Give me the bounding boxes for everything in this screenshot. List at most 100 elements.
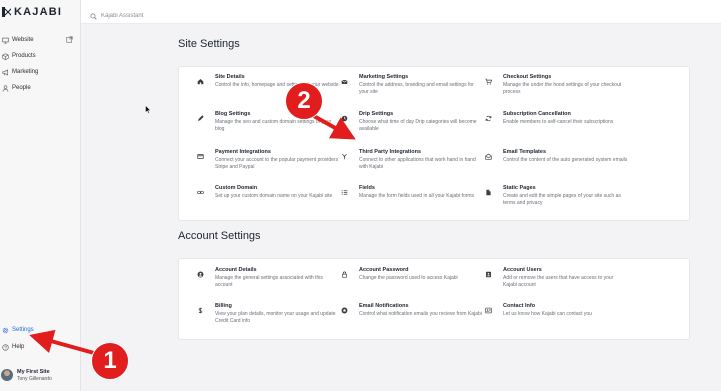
clock-icon (339, 113, 349, 123)
refresh-icon (483, 113, 493, 123)
cart-icon (483, 76, 493, 86)
main-content: Site Settings Site Details Control the in… (81, 24, 721, 391)
item-title: Account Users (503, 267, 542, 273)
item-description: Control what notification emails you rec… (359, 311, 482, 317)
monitor-icon (1, 36, 9, 44)
site-name: My First Site (17, 368, 50, 375)
item-title: Static Pages (503, 185, 536, 191)
contact-card-icon (483, 305, 493, 315)
user-circle-icon (195, 269, 205, 279)
sidebar-item-label: Help (12, 344, 25, 350)
item-title: Account Password (359, 267, 409, 273)
box-icon (1, 52, 9, 60)
sidebar-item-label: Website (12, 37, 34, 43)
item-description: Control the info, homepage and settings … (215, 82, 339, 88)
item-title: Email Notifications (359, 303, 409, 309)
brand-name: KAJABI (14, 6, 63, 18)
item-title: Blog Settings (215, 111, 251, 117)
site-settings-title: Site Settings (178, 38, 240, 50)
item-description: Connect to other applications that work … (359, 157, 476, 170)
item-title: Third Party Integrations (359, 149, 422, 155)
sidebar-item-help[interactable]: Help (0, 340, 80, 354)
fields-item[interactable]: Fields Manage the form fields used in all… (339, 185, 484, 217)
sidebar: KAJABI Website Products Marketing People… (0, 0, 81, 391)
item-description: Let us know how Kajabi can contact you (503, 311, 592, 317)
email-notifications-item[interactable]: Email Notifications Control what notifica… (339, 303, 484, 335)
search-bar[interactable] (90, 7, 261, 25)
account-settings-title: Account Settings (178, 230, 261, 242)
drip-settings-item[interactable]: Drip Settings Choose what time of day Dri… (339, 111, 484, 143)
kajabi-logo[interactable]: KAJABI (2, 5, 62, 19)
item-description: Set up your custom domain name on your K… (215, 193, 333, 199)
item-description: Manage the under the hood settings of yo… (503, 82, 622, 95)
sidebar-item-marketing[interactable]: Marketing (0, 65, 80, 79)
item-description: Control the content of the auto generate… (503, 157, 628, 163)
account-details-item[interactable]: Account Details Manage the general settin… (195, 267, 340, 299)
item-title: Billing (215, 303, 232, 309)
mail-template-icon (483, 151, 493, 161)
search-input[interactable] (101, 13, 261, 19)
sidebar-item-website[interactable]: Website (0, 33, 80, 47)
external-link-icon[interactable] (66, 36, 73, 43)
item-title: Account Details (215, 267, 257, 273)
annotation-badge-1: 1 (91, 342, 129, 380)
item-title: Payment Integrations (215, 149, 271, 155)
item-title: Marketing Settings (359, 74, 409, 80)
item-description: Change the password used to access Kajab… (359, 275, 458, 281)
bell-icon (339, 305, 349, 315)
link-icon (195, 187, 205, 197)
third-party-integrations-item[interactable]: Third Party Integrations Connect to other… (339, 149, 484, 181)
avatar (1, 369, 13, 381)
account-switcher[interactable]: My First Site Tony Gillenardo (0, 363, 80, 387)
item-description: Enable members to self-cancel their subs… (503, 119, 614, 125)
top-bar (81, 0, 721, 24)
item-description: Add or remove the users that have access… (503, 275, 614, 288)
custom-domain-item[interactable]: Custom Domain Set up your custom domain n… (195, 185, 340, 217)
sidebar-item-label: Settings (12, 327, 34, 333)
item-description: Manage the general settings associated w… (215, 275, 323, 288)
account-settings-card: Account Details Manage the general settin… (178, 258, 690, 340)
marketing-settings-item[interactable]: Marketing Settings Control the address, b… (339, 74, 484, 106)
fields-icon (339, 187, 349, 197)
item-title: Email Templates (503, 149, 546, 155)
pencil-icon (195, 113, 205, 123)
subscription-cancellation-item[interactable]: Subscription Cancellation Enable members … (483, 111, 628, 143)
help-icon (1, 343, 9, 351)
site-settings-card: Site Details Control the info, homepage a… (178, 66, 690, 221)
item-title: Contact Info (503, 303, 536, 309)
contact-info-item[interactable]: Contact Info Let us know how Kajabi can c… (483, 303, 628, 335)
home-icon (195, 76, 205, 86)
checkout-settings-item[interactable]: Checkout Settings Manage the under the ho… (483, 74, 628, 106)
item-title: Site Details (215, 74, 245, 80)
item-title: Drip Settings (359, 111, 394, 117)
sidebar-item-products[interactable]: Products (0, 49, 80, 63)
dollar-icon (195, 305, 205, 315)
sidebar-item-people[interactable]: People (0, 81, 80, 95)
sidebar-item-settings[interactable]: Settings (0, 323, 80, 337)
mouse-cursor-icon (145, 105, 151, 114)
user-name: Tony Gillenardo (17, 375, 52, 382)
kajabi-logo-icon (2, 7, 11, 17)
item-title: Custom Domain (215, 185, 258, 191)
account-password-item[interactable]: Account Password Change the password used… (339, 267, 484, 299)
plug-icon (339, 151, 349, 161)
person-icon (1, 84, 9, 92)
page-icon (483, 187, 493, 197)
sidebar-item-label: People (12, 85, 31, 91)
gear-icon (1, 326, 9, 334)
sidebar-item-label: Marketing (12, 69, 39, 75)
blog-settings-item[interactable]: Blog Settings Manage the seo and custom d… (195, 111, 340, 143)
email-templates-item[interactable]: Email Templates Control the content of th… (483, 149, 628, 181)
users-icon (483, 269, 493, 279)
billing-item[interactable]: Billing View your plan details, monitor y… (195, 303, 340, 335)
sidebar-item-label: Products (12, 53, 36, 59)
annotation-badge-2: 2 (285, 82, 323, 120)
item-description: Control the address, branding and email … (359, 82, 474, 95)
payment-integrations-item[interactable]: Payment Integrations Connect your account… (195, 149, 340, 181)
static-pages-item[interactable]: Static Pages Create and edit the simple p… (483, 185, 628, 217)
item-description: Connect your account to the popular paym… (215, 157, 339, 170)
account-users-item[interactable]: Account Users Add or remove the users tha… (483, 267, 628, 299)
megaphone-icon (1, 68, 9, 76)
item-title: Fields (359, 185, 375, 191)
item-description: Create and edit the simple pages of your… (503, 193, 621, 206)
